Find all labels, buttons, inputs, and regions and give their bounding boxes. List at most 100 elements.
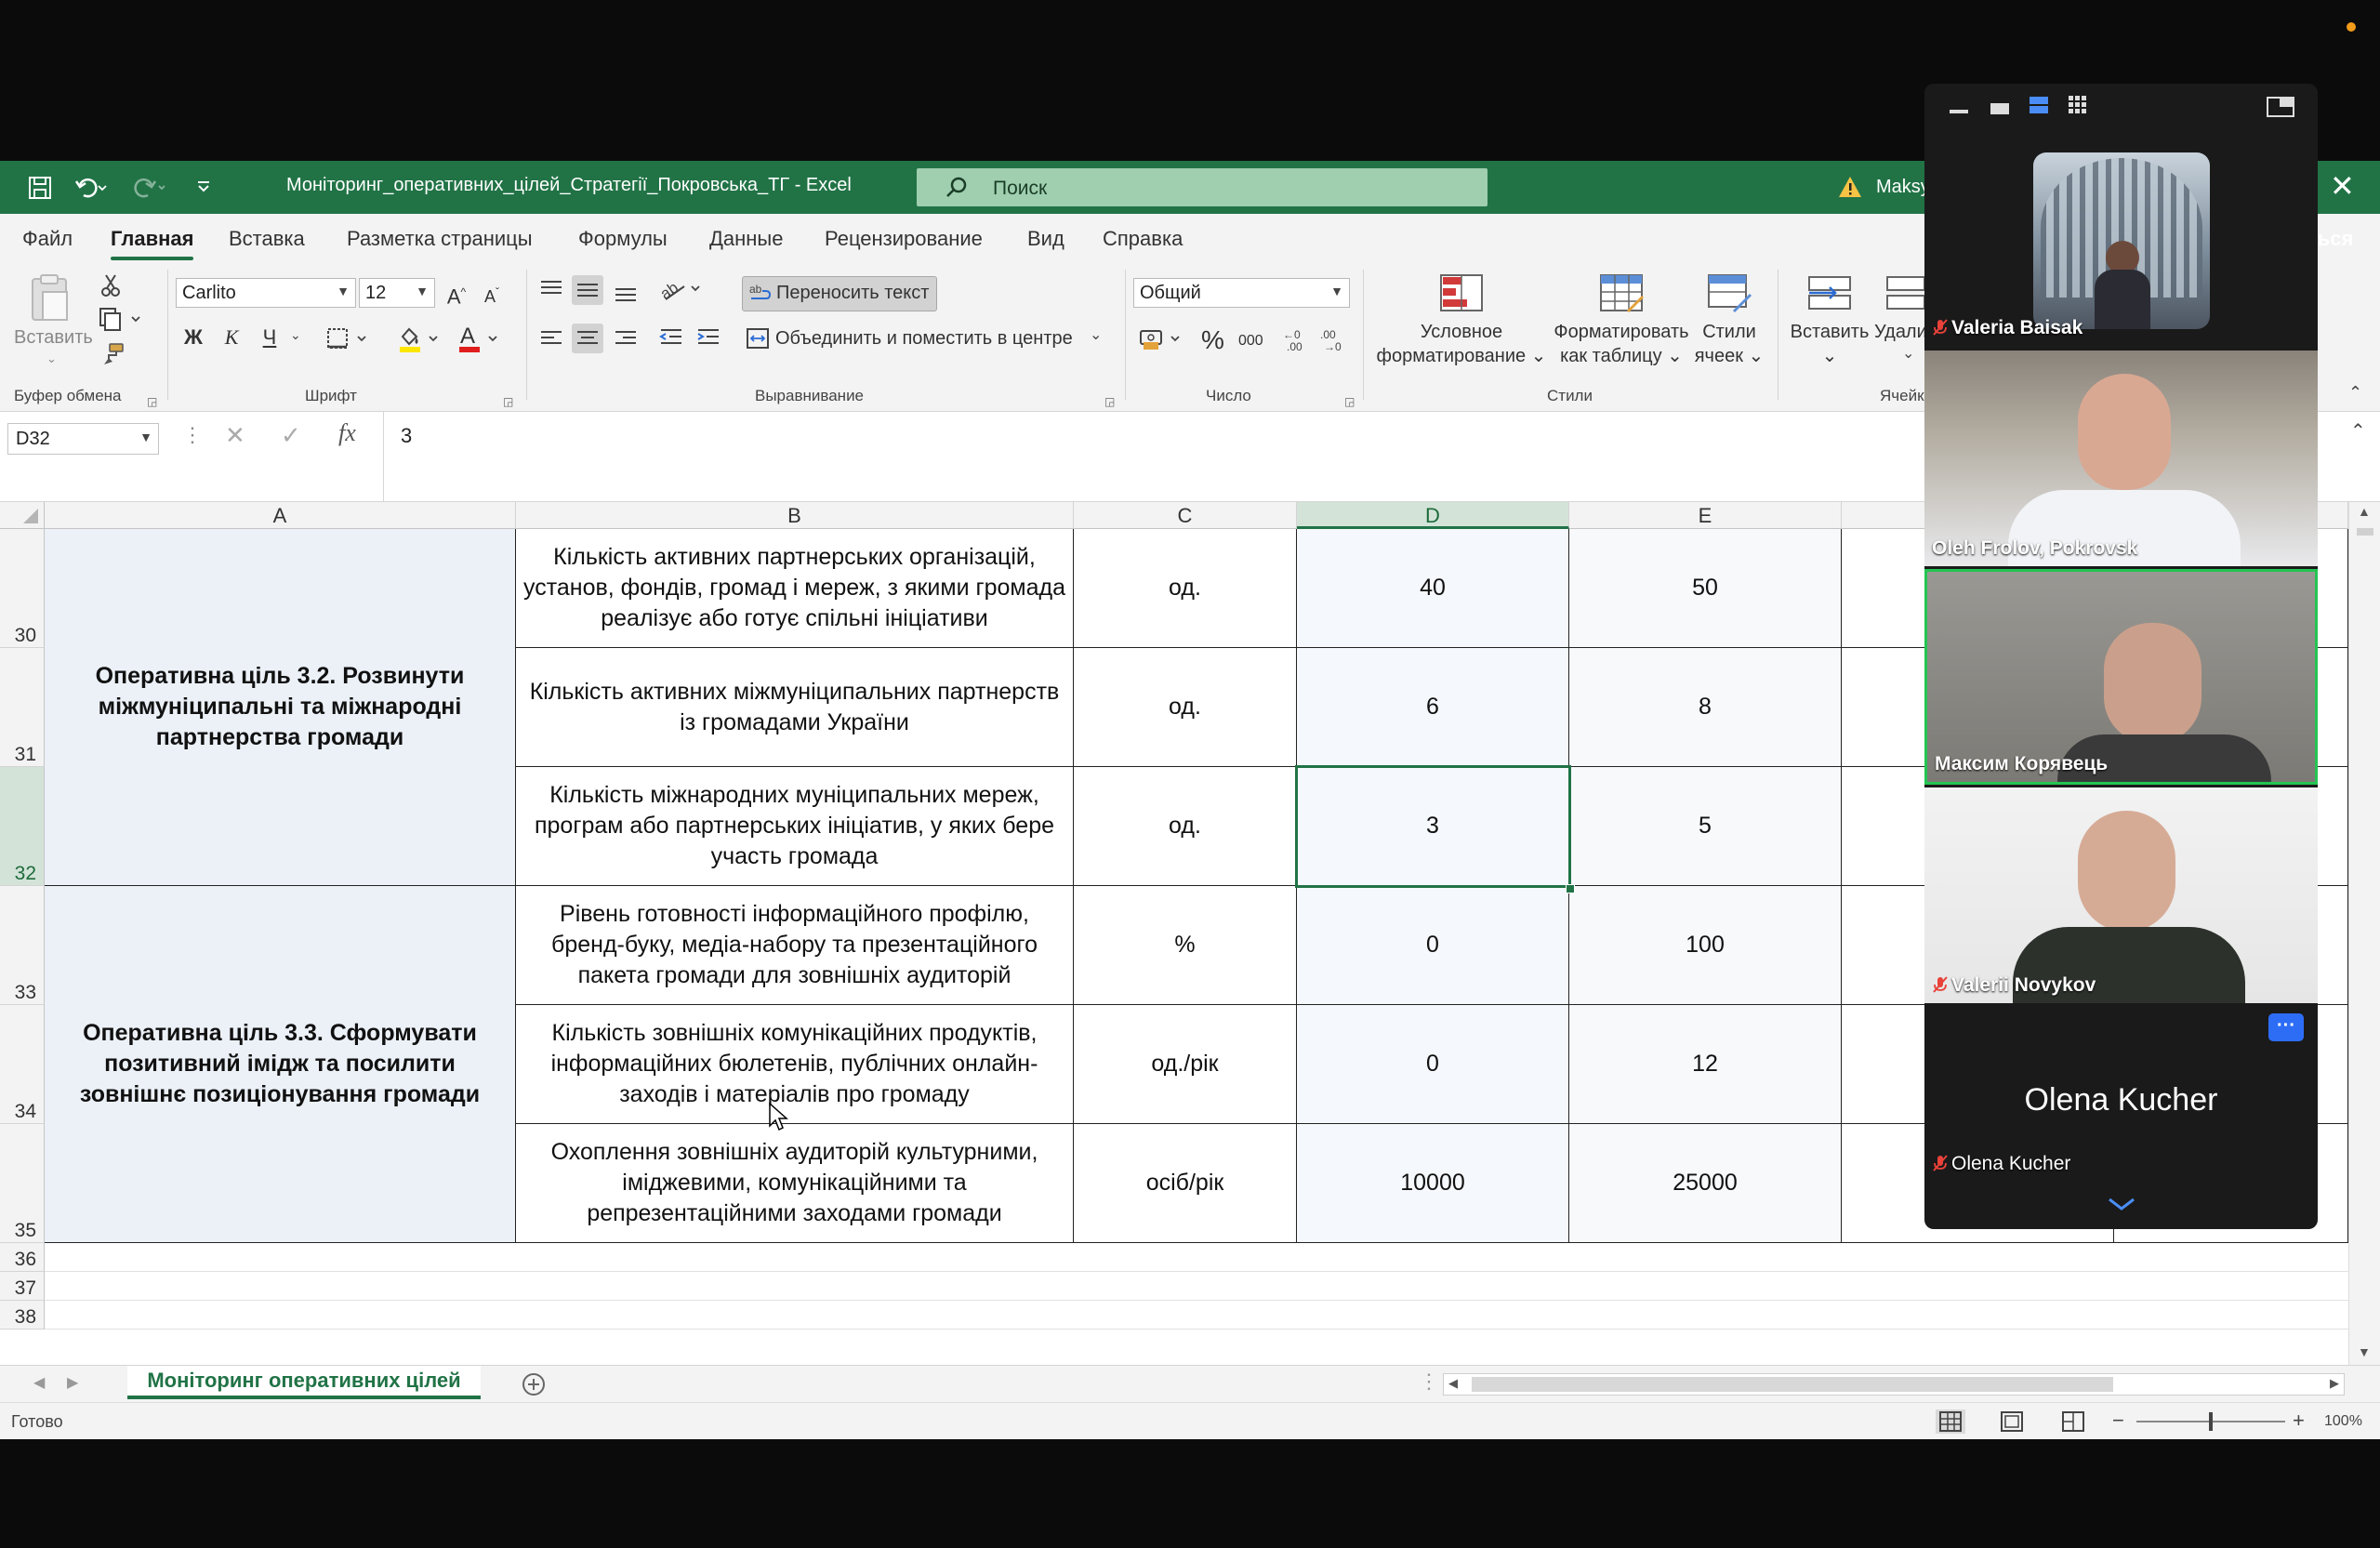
target-cell[interactable]: 25000: [1569, 1124, 1842, 1243]
number-format-select[interactable]: Общий ▼: [1133, 278, 1350, 308]
sheet-tab[interactable]: Моніторинг оперативних цілей: [127, 1366, 481, 1399]
row-header[interactable]: 34: [0, 1005, 45, 1124]
more-options-button[interactable]: ···: [2268, 1013, 2304, 1041]
name-box[interactable]: D32 ▼: [7, 423, 159, 455]
strip-view-icon[interactable]: [2029, 95, 2049, 115]
goal-cell[interactable]: Оперативна ціль 3.2. Розвинути міжмуніци…: [45, 529, 516, 886]
undo-icon[interactable]: [74, 176, 108, 200]
clipboard-launcher-icon[interactable]: ◲: [147, 395, 157, 408]
delete-cells-button[interactable]: Удали: [1874, 320, 1927, 344]
save-icon[interactable]: [28, 176, 52, 200]
participant-tile[interactable]: Максим Корявець: [1924, 569, 2318, 785]
column-header-a[interactable]: A: [45, 502, 516, 529]
indicator-cell[interactable]: Кількість міжнародних муніципальних мере…: [516, 767, 1074, 886]
normal-view-icon[interactable]: [1936, 1409, 1965, 1434]
menu-data[interactable]: Данные: [709, 227, 783, 251]
name-box-chevron-icon[interactable]: ▼: [139, 430, 152, 444]
alignment-launcher-icon[interactable]: ◲: [1104, 395, 1115, 408]
unit-cell[interactable]: %: [1074, 886, 1297, 1005]
zoom-out-button[interactable]: −: [2112, 1409, 2124, 1433]
scroll-left-icon[interactable]: ◀: [1448, 1376, 1458, 1391]
confirm-entry-icon[interactable]: ✓: [281, 421, 301, 450]
target-cell[interactable]: 50: [1569, 529, 1842, 648]
font-color-icon[interactable]: A: [457, 324, 500, 353]
format-painter-icon[interactable]: [100, 342, 125, 366]
font-size-select[interactable]: 12 ▼: [359, 278, 435, 308]
zoom-level[interactable]: 100%: [2324, 1413, 2362, 1430]
align-right-icon[interactable]: [613, 325, 639, 351]
menu-review[interactable]: Рецензирование: [825, 227, 983, 251]
participant-tile[interactable]: Oleh Frolov, Pokrovsk: [1924, 351, 2318, 566]
merge-center-button[interactable]: Объединить и поместить в центре: [775, 326, 1073, 351]
page-break-view-icon[interactable]: [2062, 1411, 2084, 1432]
scroll-participants-down-icon[interactable]: [2107, 1196, 2136, 1212]
menu-file[interactable]: Файл: [22, 227, 73, 251]
select-all-corner[interactable]: [0, 502, 45, 529]
minimize-view-icon[interactable]: [1949, 100, 1969, 115]
target-cell[interactable]: 12: [1569, 1005, 1842, 1124]
empty-row[interactable]: [45, 1243, 2350, 1272]
page-layout-view-icon[interactable]: [2001, 1411, 2023, 1432]
tab-splitter-icon[interactable]: ⋮: [1419, 1369, 1439, 1394]
target-cell[interactable]: 100: [1569, 886, 1842, 1005]
row-header[interactable]: 33: [0, 886, 45, 1005]
conditional-formatting-icon[interactable]: [1439, 273, 1484, 312]
menu-formulas[interactable]: Формулы: [578, 227, 668, 251]
unit-cell[interactable]: осіб/рік: [1074, 1124, 1297, 1243]
insert-cells-icon[interactable]: [1807, 273, 1854, 312]
gallery-view-icon[interactable]: [2068, 95, 2088, 115]
thousands-button[interactable]: 000: [1238, 333, 1263, 350]
empty-row[interactable]: [45, 1301, 2350, 1330]
zoom-in-button[interactable]: +: [2293, 1409, 2305, 1433]
increase-indent-icon[interactable]: [695, 325, 721, 351]
decrease-decimal-icon[interactable]: .00 →0: [1318, 325, 1348, 353]
next-sheet-icon[interactable]: ▶: [67, 1373, 78, 1392]
underline-chevron-icon[interactable]: ⌄: [290, 327, 301, 343]
number-launcher-icon[interactable]: ◲: [1344, 395, 1355, 408]
unit-cell[interactable]: од./рік: [1074, 1005, 1297, 1124]
format-as-table-button[interactable]: Форматировать как таблицу ⌄: [1547, 320, 1696, 368]
cell-styles-icon[interactable]: [1707, 273, 1753, 312]
decrease-indent-icon[interactable]: [658, 325, 684, 351]
unit-cell[interactable]: од.: [1074, 767, 1297, 886]
scroll-right-icon[interactable]: ▶: [2330, 1376, 2339, 1391]
horizontal-scrollbar[interactable]: ◀ ▶: [1443, 1373, 2345, 1396]
column-header-b[interactable]: B: [516, 502, 1074, 529]
customize-toolbar-icon[interactable]: [196, 179, 211, 194]
column-header-d[interactable]: D: [1297, 502, 1569, 529]
row-header[interactable]: 31: [0, 648, 45, 767]
participant-tile[interactable]: Valerii Novykov: [1924, 787, 2318, 1003]
empty-row[interactable]: [45, 1272, 2350, 1301]
delete-cells-icon[interactable]: [1885, 273, 1924, 312]
format-as-table-icon[interactable]: [1599, 273, 1646, 312]
baseline-cell[interactable]: 40: [1297, 529, 1569, 648]
fill-handle[interactable]: [1566, 884, 1575, 893]
row-header[interactable]: 30: [0, 529, 45, 648]
goal-cell[interactable]: Оперативна ціль 3.3. Сформувати позитивн…: [45, 886, 516, 1243]
align-middle-icon[interactable]: [572, 275, 603, 305]
baseline-cell[interactable]: 0: [1297, 886, 1569, 1005]
italic-button[interactable]: К: [216, 323, 247, 352]
row-header[interactable]: 38: [0, 1301, 45, 1330]
user-name[interactable]: Maksy: [1876, 177, 1930, 198]
scroll-up-icon[interactable]: ▲: [2358, 504, 2371, 519]
vertical-scrollbar[interactable]: ▲ ▼: [2348, 502, 2380, 1365]
scroll-down-icon[interactable]: ▼: [2358, 1344, 2371, 1359]
menu-insert[interactable]: Вставка: [229, 227, 305, 251]
increase-decimal-icon[interactable]: ←0.00: [1281, 325, 1311, 353]
participant-tile[interactable]: ··· Olena Kucher Olena Kucher: [1924, 1006, 2318, 1183]
copy-icon[interactable]: [99, 307, 143, 331]
paste-button[interactable]: Вставить: [14, 325, 93, 350]
conditional-formatting-button[interactable]: Условное форматирование ⌄: [1376, 320, 1547, 368]
row-header[interactable]: 37: [0, 1272, 45, 1301]
font-name-select[interactable]: Carlito ▼: [176, 278, 356, 308]
collapse-ribbon-icon[interactable]: ⌃: [2348, 383, 2362, 403]
close-icon[interactable]: ✕: [2330, 168, 2355, 204]
fill-color-icon[interactable]: [398, 325, 441, 353]
unit-cell[interactable]: од.: [1074, 529, 1297, 648]
borders-icon[interactable]: [326, 327, 369, 350]
target-cell[interactable]: 5: [1569, 767, 1842, 886]
menu-page-layout[interactable]: Разметка страницы: [347, 227, 533, 251]
baseline-cell[interactable]: 6: [1297, 648, 1569, 767]
baseline-cell[interactable]: 10000: [1297, 1124, 1569, 1243]
